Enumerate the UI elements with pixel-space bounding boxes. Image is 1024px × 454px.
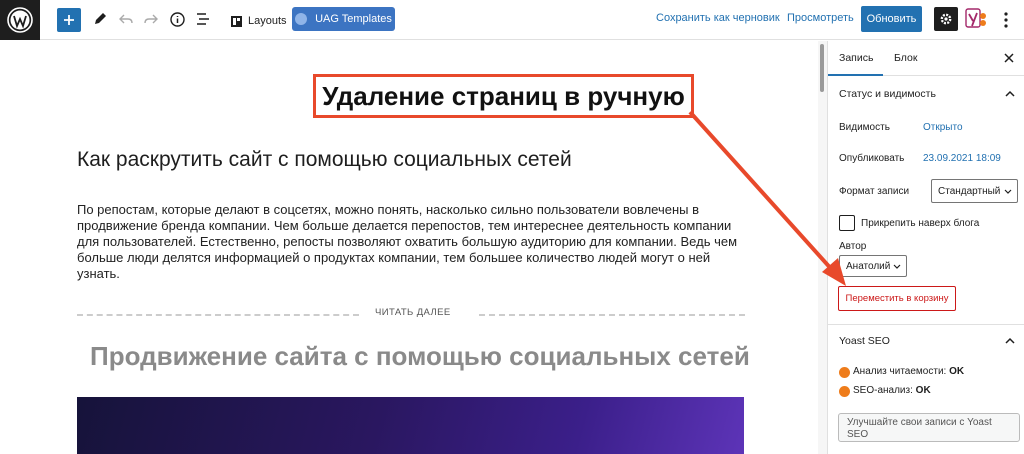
visibility-label: Видимость xyxy=(839,122,890,133)
plus-icon xyxy=(64,15,74,25)
layouts-button[interactable]: Layouts xyxy=(231,9,287,33)
editor-toolbar: Layouts UAG Templates Сохранить как черн… xyxy=(0,0,1024,40)
publish-date-label: Опубликовать xyxy=(839,153,905,164)
yoast-icon[interactable] xyxy=(965,8,987,30)
settings-sidebar: Запись Блок Статус и видимость Видимость… xyxy=(827,41,1024,454)
yoast-panel-title[interactable]: Yoast SEO xyxy=(839,335,890,347)
post-format-value: Стандартный xyxy=(938,185,1001,197)
panel-divider xyxy=(828,324,1024,325)
update-button[interactable]: Обновить xyxy=(861,6,922,32)
uag-templates-button[interactable]: UAG Templates xyxy=(292,7,395,31)
readability-row[interactable]: Анализ читаемости: OK xyxy=(853,366,964,377)
editor-canvas: Удаление страниц в ручную Как раскрутить… xyxy=(0,41,818,454)
author-select[interactable]: Анатолий xyxy=(839,255,907,277)
wordpress-logo-icon[interactable] xyxy=(0,0,40,40)
tab-post[interactable]: Запись xyxy=(839,52,873,64)
annotation-label: Удаление страниц в ручную xyxy=(313,74,694,118)
improve-with-yoast-button[interactable]: Улучшайте свои записи с Yoast SEO xyxy=(838,413,1020,442)
close-icon[interactable] xyxy=(1004,53,1014,63)
chevron-down-icon xyxy=(893,264,901,269)
readability-label: Анализ читаемости: xyxy=(853,366,947,377)
seo-status-icon xyxy=(839,386,850,397)
read-more-divider-right xyxy=(479,314,745,316)
settings-button[interactable] xyxy=(934,7,958,31)
readability-value: OK xyxy=(949,366,965,377)
read-more-block[interactable]: ЧИТАТЬ ДАЛЕЕ xyxy=(77,307,745,321)
save-draft-button[interactable]: Сохранить как черновик xyxy=(656,12,780,24)
gear-icon xyxy=(940,13,952,25)
active-tab-indicator xyxy=(828,74,883,76)
list-view-icon[interactable] xyxy=(195,7,211,31)
preview-button[interactable]: Просмотреть xyxy=(787,12,854,24)
read-more-label: ЧИТАТЬ ДАЛЕЕ xyxy=(375,307,451,318)
pencil-icon[interactable] xyxy=(92,7,108,31)
uag-logo-icon xyxy=(295,13,308,25)
seo-label: SEO-анализ: xyxy=(853,385,913,396)
post-heading-2[interactable]: Продвижение сайта с помощью социальных с… xyxy=(90,341,750,372)
visibility-toggle[interactable]: Открыто xyxy=(923,122,963,133)
info-icon[interactable] xyxy=(169,7,185,31)
seo-row[interactable]: SEO-анализ: OK xyxy=(853,385,931,396)
readability-status-icon xyxy=(839,367,850,378)
chevron-up-icon[interactable] xyxy=(1005,336,1015,346)
status-panel-title[interactable]: Статус и видимость xyxy=(839,88,936,100)
chevron-up-icon[interactable] xyxy=(1005,89,1015,99)
more-vertical-icon[interactable] xyxy=(998,10,1014,30)
cover-image[interactable] xyxy=(77,397,744,454)
seo-value: OK xyxy=(915,385,931,396)
undo-icon[interactable] xyxy=(118,7,134,31)
editor-scrollbar[interactable] xyxy=(818,41,827,454)
uag-templates-label: UAG Templates xyxy=(315,13,392,25)
sticky-checkbox[interactable] xyxy=(839,215,855,231)
move-to-trash-button[interactable]: Переместить в корзину xyxy=(838,286,956,311)
author-value: Анатолий xyxy=(846,260,891,272)
post-paragraph[interactable]: По репостам, которые делают в соцсетях, … xyxy=(77,202,747,282)
read-more-divider-left xyxy=(77,314,359,316)
chevron-down-icon xyxy=(1004,189,1012,194)
tab-block[interactable]: Блок xyxy=(894,52,917,64)
sidebar-tabs: Запись Блок xyxy=(828,41,1024,76)
add-block-button[interactable] xyxy=(57,8,81,32)
post-format-select[interactable]: Стандартный xyxy=(931,179,1018,203)
redo-icon[interactable] xyxy=(143,7,159,31)
layouts-icon xyxy=(231,15,242,27)
scrollbar-thumb[interactable] xyxy=(820,44,824,92)
post-format-label: Формат записи xyxy=(839,186,910,197)
author-label: Автор xyxy=(839,241,867,252)
sticky-label: Прикрепить наверх блога xyxy=(861,218,980,229)
post-heading[interactable]: Как раскрутить сайт с помощью социальных… xyxy=(77,148,572,172)
publish-date-toggle[interactable]: 23.09.2021 18:09 xyxy=(923,153,1001,164)
layouts-label: Layouts xyxy=(248,15,287,27)
